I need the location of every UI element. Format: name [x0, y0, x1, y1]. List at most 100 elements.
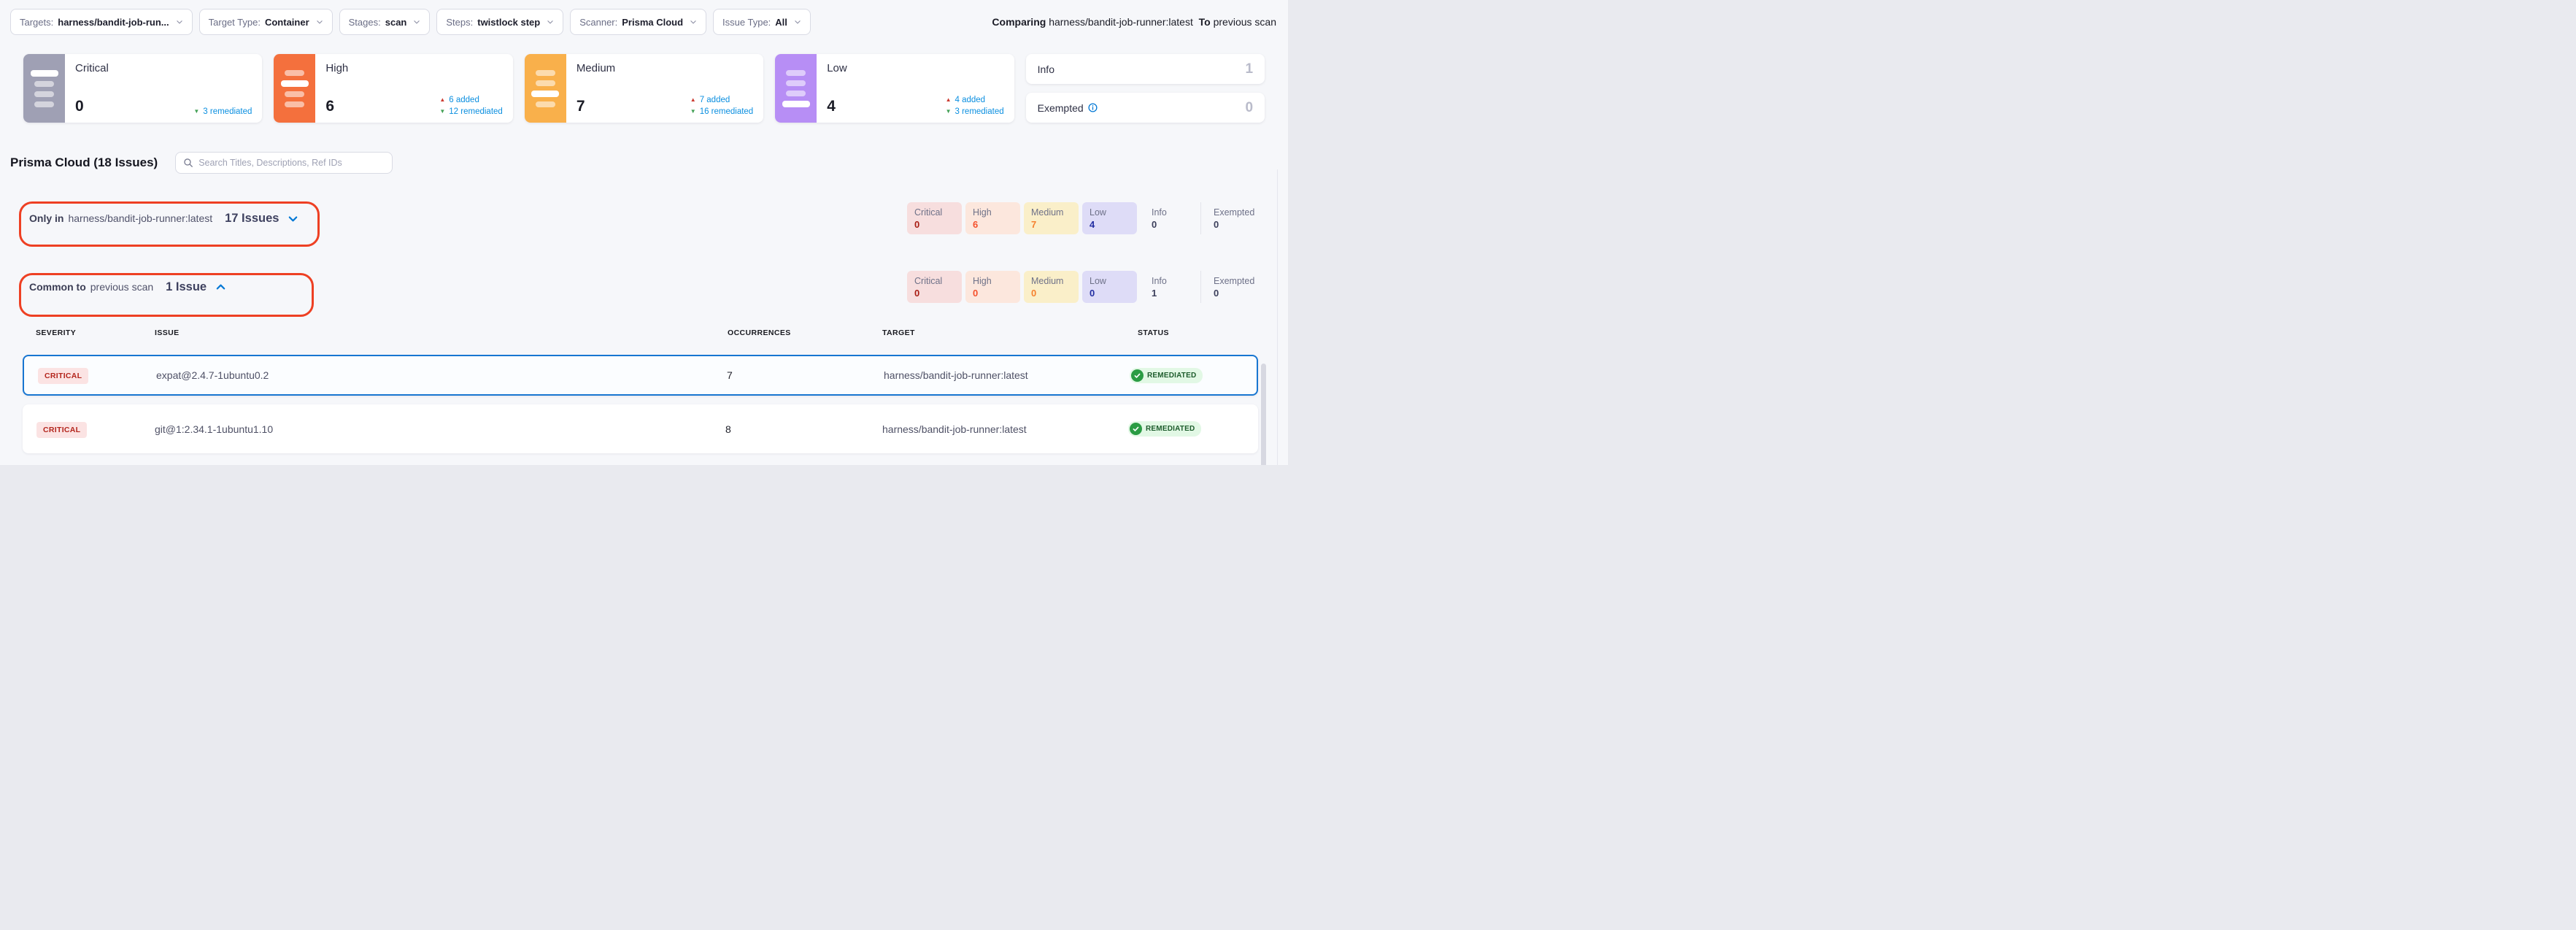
chip-value: 4 — [1090, 219, 1130, 230]
chip-medium: Medium 7 — [1024, 202, 1079, 234]
remediated-text: 12 remediated — [449, 106, 503, 118]
search-icon — [183, 158, 193, 168]
severity-summary-row: Critical 0 ▼ 3 remediated High 6 — [0, 54, 1288, 123]
filter-targets[interactable]: Targets: harness/bandit-job-run... — [10, 9, 193, 35]
chip-label: Critical — [914, 276, 955, 286]
card-label: Medium — [576, 62, 753, 74]
filter-label: Scanner: — [579, 17, 617, 28]
triangle-up-icon: ▲ — [439, 97, 445, 103]
section-issue-count: 17 Issues — [225, 212, 279, 226]
remediated-delta: ▼ 3 remediated — [193, 106, 252, 118]
card-label: Low — [827, 62, 1003, 74]
chip-label: Low — [1090, 276, 1130, 286]
filter-label: Stages: — [349, 17, 381, 28]
filter-steps[interactable]: Steps: twistlock step — [436, 9, 563, 35]
section-common-to-toggle[interactable]: Common to previous scan 1 Issue — [29, 280, 226, 294]
chip-high: High 6 — [965, 202, 1020, 234]
chip-value: 0 — [1152, 219, 1193, 230]
column-header-severity: SEVERITY — [23, 328, 155, 337]
chip-value: 0 — [1090, 288, 1130, 299]
issues-panel-header: Prisma Cloud (18 Issues) — [0, 152, 1288, 174]
summary-card-critical[interactable]: Critical 0 ▼ 3 remediated — [23, 54, 262, 123]
chip-medium: Medium 0 — [1024, 271, 1079, 303]
comparing-prefix: Comparing — [992, 16, 1046, 28]
triangle-down-icon: ▼ — [690, 109, 696, 115]
chip-label: Info — [1152, 276, 1193, 286]
chip-value: 0 — [973, 288, 1013, 299]
column-header-target: TARGET — [864, 328, 1106, 337]
summary-card-high[interactable]: High 6 ▲ 6 added ▼ 12 remediated — [274, 54, 512, 123]
chip-info: Info 1 — [1141, 271, 1200, 303]
summary-card-info[interactable]: Info 1 — [1026, 54, 1265, 84]
filter-value: scan — [385, 17, 407, 28]
triangle-down-icon: ▼ — [946, 109, 952, 115]
filter-value: Container — [265, 17, 309, 28]
card-label: Critical — [75, 62, 252, 74]
chip-critical: Critical 0 — [907, 271, 962, 303]
target-name: harness/bandit-job-runner:latest — [865, 369, 1107, 381]
card-count: 4 — [827, 98, 836, 115]
severity-bars-icon — [274, 54, 315, 123]
chip-value: 0 — [1214, 219, 1261, 230]
summary-card-low[interactable]: Low 4 ▲ 4 added ▼ 3 remediated — [775, 54, 1014, 123]
card-count: 6 — [325, 98, 334, 115]
column-header-status: STATUS — [1106, 328, 1258, 337]
chip-label: High — [973, 276, 1013, 286]
chevron-down-icon — [794, 18, 801, 26]
issue-name: git@1:2.34.1-1ubuntu1.10 — [155, 423, 707, 435]
chip-label: Exempted — [1214, 276, 1261, 286]
section-common-to: Common to previous scan 1 Issue Critical… — [0, 264, 1288, 310]
comparing-scan: previous scan — [1214, 16, 1276, 28]
remediated-text: 16 remediated — [700, 106, 754, 118]
remediated-delta: ▼ 12 remediated — [439, 106, 502, 118]
section-only-in-toggle[interactable]: Only in harness/bandit-job-runner:latest… — [29, 212, 298, 226]
card-label: Info — [1038, 64, 1054, 75]
chip-label: Medium — [1031, 276, 1071, 286]
filter-value: harness/bandit-job-run... — [58, 17, 169, 28]
severity-chip-row: Critical 0 High 0 Medium 0 Low 0 Info 1 … — [907, 271, 1268, 303]
filter-scanner[interactable]: Scanner: Prisma Cloud — [570, 9, 706, 35]
filter-issue-type[interactable]: Issue Type: All — [713, 9, 811, 35]
chevron-down-icon — [413, 18, 420, 26]
triangle-up-icon: ▲ — [690, 97, 696, 103]
target-name: harness/bandit-job-runner:latest — [864, 423, 1106, 435]
filter-value: twistlock step — [477, 17, 540, 28]
info-icon[interactable] — [1088, 103, 1098, 112]
summary-card-exempted[interactable]: Exempted 0 — [1026, 93, 1265, 123]
added-delta: ▲ 7 added — [690, 94, 730, 106]
column-header-occurrences: OCCURRENCES — [707, 328, 864, 337]
chip-label: Info — [1152, 207, 1193, 218]
security-scan-dashboard: Targets: harness/bandit-job-run... Targe… — [0, 0, 1288, 465]
filter-label: Steps: — [446, 17, 473, 28]
chevron-down-icon — [288, 213, 298, 224]
remediated-delta: ▼ 3 remediated — [946, 106, 1004, 118]
filter-target-type[interactable]: Target Type: Container — [199, 9, 333, 35]
filter-value: Prisma Cloud — [622, 17, 683, 28]
vertical-scrollbar[interactable] — [1261, 364, 1266, 465]
chip-value: 1 — [1152, 288, 1193, 299]
chevron-down-icon — [176, 18, 183, 26]
remediated-text: 3 remediated — [203, 106, 252, 118]
comparing-target: harness/bandit-job-runner:latest — [1049, 16, 1193, 28]
card-label: Exempted — [1038, 102, 1084, 114]
chip-value: 0 — [914, 219, 955, 230]
filter-bar: Targets: harness/bandit-job-run... Targe… — [0, 0, 1288, 35]
occurrences-count: 7 — [709, 369, 865, 381]
table-row[interactable]: CRITICAL git@1:2.34.1-1ubuntu1.10 8 harn… — [23, 404, 1258, 453]
chevron-down-icon — [547, 18, 554, 26]
status-badge: REMEDIATED — [1130, 368, 1203, 383]
chip-exempted: Exempted 0 — [1201, 202, 1268, 234]
issues-table-header: SEVERITY ISSUE OCCURRENCES TARGET STATUS — [23, 328, 1258, 337]
added-delta: ▲ 6 added — [439, 94, 479, 106]
status-label: REMEDIATED — [1146, 425, 1195, 433]
filter-value: All — [775, 17, 787, 28]
search-input[interactable] — [198, 158, 385, 168]
added-delta: ▲ 4 added — [946, 94, 986, 106]
chip-high: High 0 — [965, 271, 1020, 303]
severity-bars-icon — [23, 54, 65, 123]
table-row[interactable]: CRITICAL expat@2.4.7-1ubuntu0.2 7 harnes… — [23, 355, 1258, 396]
status-label: REMEDIATED — [1147, 372, 1196, 380]
summary-card-medium[interactable]: Medium 7 ▲ 7 added ▼ 16 remediated — [525, 54, 763, 123]
filter-stages[interactable]: Stages: scan — [339, 9, 431, 35]
chip-label: Critical — [914, 207, 955, 218]
